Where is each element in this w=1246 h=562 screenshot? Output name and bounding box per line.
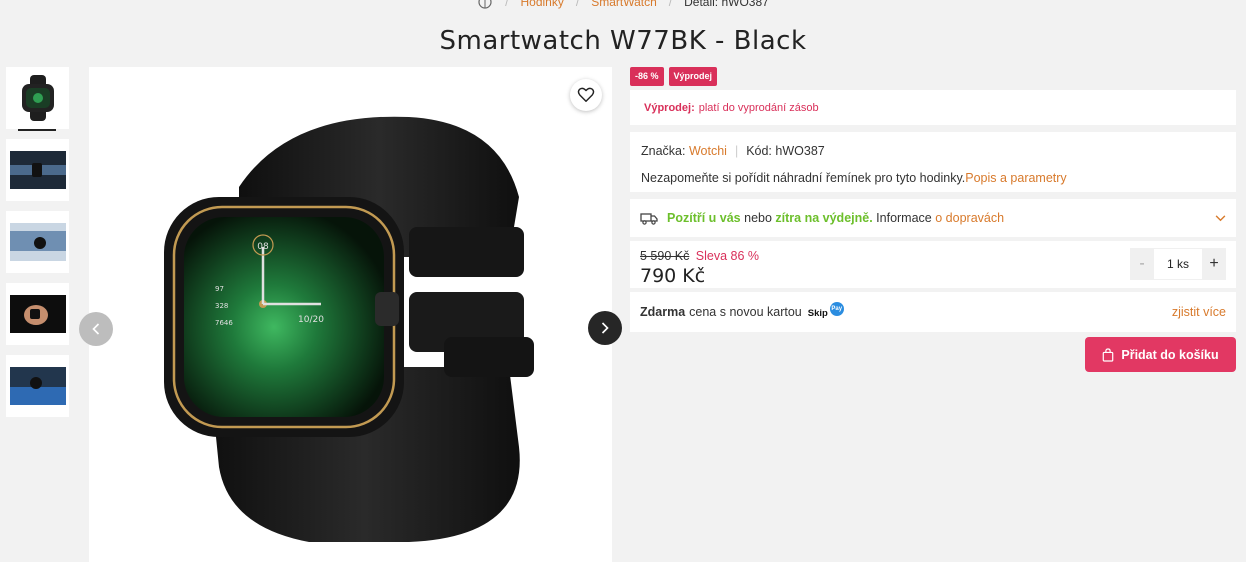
skippay-logo-text: Skip bbox=[807, 308, 828, 319]
home-icon[interactable] bbox=[477, 0, 493, 10]
wishlist-button[interactable] bbox=[570, 79, 602, 111]
description-link[interactable]: Popis a parametry bbox=[965, 171, 1066, 185]
chevron-down-icon[interactable] bbox=[1215, 214, 1226, 222]
watch-face-number: 08 bbox=[257, 242, 269, 252]
brand-label: Značka: bbox=[641, 144, 686, 158]
sale-notice-text: platí do vyprodání zásob bbox=[698, 101, 819, 114]
free-shipping-text: cena s novou kartou bbox=[689, 305, 802, 319]
breadcrumb-item-hodinky[interactable]: Hodinky bbox=[521, 0, 564, 9]
thumbnail-1[interactable] bbox=[6, 67, 69, 131]
carousel-next-button[interactable] bbox=[588, 311, 622, 345]
sale-notice-label: Výprodej: bbox=[644, 101, 695, 114]
thumbnail-5[interactable] bbox=[6, 355, 69, 417]
product-image[interactable]: 08 10/20 97 328 7646 bbox=[89, 67, 612, 562]
add-to-cart-button[interactable]: Přidat do košíku bbox=[1085, 337, 1236, 372]
quantity-increase-button[interactable]: + bbox=[1202, 248, 1226, 280]
sale-badge: Výprodej bbox=[668, 67, 718, 86]
brand-link[interactable]: Wotchi bbox=[689, 144, 727, 158]
skippay-logo: Skip Pay bbox=[808, 302, 846, 322]
quantity-decrease-button[interactable]: - bbox=[1130, 248, 1154, 280]
quantity-stepper: - 1 ks + bbox=[1130, 248, 1226, 280]
watch-face-stat-1: 97 bbox=[215, 285, 224, 293]
product-info-panel: -86 % Výprodej Výprodej: platí do vyprod… bbox=[630, 67, 1236, 372]
delivery-link[interactable]: o dopravách bbox=[935, 211, 1004, 225]
breadcrumb-separator: / bbox=[668, 0, 673, 9]
chevron-right-icon bbox=[601, 322, 609, 334]
code-label: Kód: bbox=[746, 144, 772, 158]
free-shipping-label: Zdarma bbox=[640, 305, 686, 319]
breadcrumb-separator: / bbox=[505, 0, 509, 9]
page-title: Smartwatch W77BK - Black bbox=[439, 26, 807, 56]
discount-badge: -86 % bbox=[630, 67, 664, 86]
breadcrumb: / Hodinky / SmartWatch / Detail: hWO387 bbox=[0, 0, 1246, 12]
shopping-bag-icon bbox=[1103, 347, 1114, 362]
product-code: hWO387 bbox=[775, 144, 825, 158]
product-meta: Značka: Wotchi | Kód: hWO387 Nezapomeňte… bbox=[630, 132, 1236, 192]
truck-icon bbox=[640, 211, 658, 225]
strap-note: Nezapomeňte si pořídit náhradní řemínek … bbox=[641, 171, 966, 185]
heart-icon bbox=[577, 87, 595, 102]
delivery-connector: nebo bbox=[744, 211, 772, 225]
learn-more-link[interactable]: zjistit více bbox=[1172, 305, 1226, 319]
quantity-input[interactable]: 1 ks bbox=[1154, 249, 1202, 279]
old-price: 5 590 Kč bbox=[640, 249, 690, 263]
watch-face-date: 10/20 bbox=[298, 315, 324, 325]
badge-row: -86 % Výprodej bbox=[630, 67, 1236, 86]
sale-notice: Výprodej: platí do vyprodání zásob bbox=[630, 90, 1236, 125]
price-section: 5 590 Kč Sleva 86 % 790 Kč - 1 ks + bbox=[630, 241, 1236, 288]
add-to-cart-label: Přidat do košíku bbox=[1121, 347, 1219, 362]
skippay-logo-badge: Pay bbox=[829, 302, 844, 316]
delivery-info-label: Informace bbox=[876, 211, 932, 225]
breadcrumb-item-smartwatch[interactable]: SmartWatch bbox=[591, 0, 657, 9]
breadcrumb-current: Detail: hWO387 bbox=[684, 0, 769, 9]
chevron-left-icon bbox=[92, 323, 100, 335]
thumbnail-list bbox=[6, 67, 70, 427]
watch-face-stat-3: 7646 bbox=[215, 319, 233, 327]
thumbnail-4[interactable] bbox=[6, 283, 69, 345]
delivery-home-date: Pozítří u vás bbox=[667, 211, 741, 225]
delivery-pickup-date: zítra na výdejně. bbox=[775, 211, 873, 225]
free-shipping-info: Zdarma cena s novou kartou Skip Pay zjis… bbox=[630, 292, 1236, 332]
watch-face-stat-2: 328 bbox=[215, 302, 228, 310]
smartwatch-image: 08 10/20 97 328 7646 bbox=[164, 116, 534, 542]
carousel-prev-button[interactable] bbox=[79, 312, 113, 346]
thumbnail-3[interactable] bbox=[6, 211, 69, 273]
breadcrumb-separator: / bbox=[575, 0, 580, 9]
thumbnail-2[interactable] bbox=[6, 139, 69, 201]
delivery-info[interactable]: Pozítří u vás nebo zítra na výdejně. Inf… bbox=[630, 199, 1236, 237]
discount-text: Sleva 86 % bbox=[695, 249, 760, 263]
meta-separator: | bbox=[734, 144, 739, 158]
